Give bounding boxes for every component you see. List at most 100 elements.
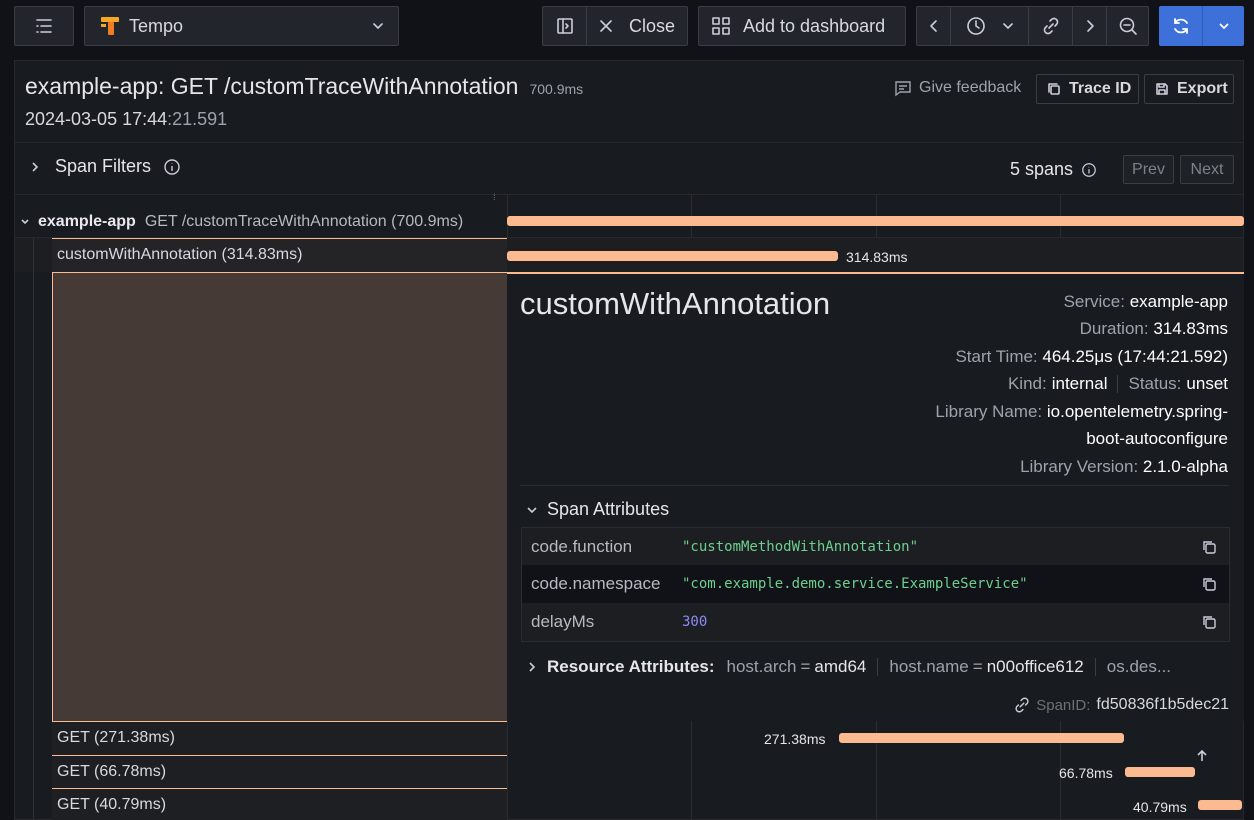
time-back-button[interactable]: [917, 7, 951, 45]
refresh-icon: [1173, 18, 1188, 34]
next-label: Next: [1190, 160, 1224, 178]
child-span-label[interactable]: customWithAnnotation (314.83ms): [52, 246, 507, 264]
span-id-value: fd50836f1b5dec21: [1096, 696, 1229, 713]
span-row-bar[interactable]: [839, 733, 1124, 743]
attribute-value: "com.example.demo.service.ExampleService…: [682, 576, 1028, 592]
span-row-label[interactable]: GET (66.78ms): [52, 763, 507, 781]
export-label: Export: [1177, 80, 1228, 97]
chevron-down-icon: [527, 506, 537, 513]
chevron-down-icon: [1218, 23, 1229, 30]
span-count: 5 spans: [1010, 159, 1097, 180]
save-icon: [1156, 83, 1168, 95]
copy-attribute-button[interactable]: [1189, 576, 1229, 592]
zoom-out-button[interactable]: [1107, 7, 1148, 45]
scroll-to-top-button[interactable]: [1194, 748, 1210, 767]
split-pane-icon: [556, 18, 573, 34]
comment-icon: [895, 81, 911, 97]
span-row-duration: 271.38ms: [764, 731, 826, 747]
trace-id-label: Trace ID: [1069, 80, 1132, 97]
span-filters-toggle[interactable]: Span Filters: [30, 156, 181, 177]
span-row-label[interactable]: GET (40.79ms): [52, 796, 507, 814]
child-span-bar[interactable]: [507, 251, 838, 261]
span-attributes-toggle[interactable]: Span Attributes: [526, 499, 669, 520]
zoom-out-icon: [1119, 17, 1137, 35]
root-service-name: example-app: [38, 213, 136, 230]
chevron-left-icon: [929, 20, 937, 32]
resource-attr-key: host.name: [889, 657, 969, 676]
span-filters-label: Span Filters: [55, 156, 152, 176]
next-match-button[interactable]: Next: [1180, 155, 1234, 184]
datasource-picker[interactable]: Tempo: [84, 6, 399, 46]
library-name-line-2: boot-autoconfigure: [1086, 429, 1228, 449]
start-time-value: 464.25μs (17:44:21.592): [1042, 347, 1228, 366]
header-divider: [15, 142, 1243, 143]
arrow-up-icon: [1197, 749, 1207, 761]
prev-match-button[interactable]: Prev: [1123, 155, 1174, 184]
copy-link-button[interactable]: [1029, 7, 1073, 45]
span-row-bar[interactable]: [1125, 767, 1195, 777]
time-controls-group: [916, 6, 1149, 46]
library-version-line: Library Version: 2.1.0-alpha: [1020, 457, 1228, 477]
export-button[interactable]: Export: [1144, 74, 1234, 104]
refresh-group: [1159, 6, 1244, 46]
root-span-bar[interactable]: [507, 216, 1244, 226]
status-label: Status:: [1128, 374, 1182, 393]
chevron-down-icon: [21, 219, 29, 225]
attribute-value: 300: [682, 614, 708, 630]
clock-icon: [966, 17, 985, 35]
split-pane-button[interactable]: [543, 7, 587, 45]
trace-duration: 700.9ms: [529, 81, 584, 97]
attribute-key: code.function: [531, 537, 633, 556]
give-feedback-link[interactable]: Give feedback: [894, 79, 1021, 97]
attribute-value: "customMethodWithAnnotation": [682, 539, 919, 555]
span-detail-panel: [507, 272, 1244, 721]
close-button[interactable]: Close: [587, 16, 687, 37]
resource-attr-divider: [1094, 658, 1096, 676]
span-row-bar[interactable]: [1198, 800, 1242, 810]
span-row-duration: 40.79ms: [1133, 799, 1187, 815]
menu-toggle-button[interactable]: [14, 6, 74, 46]
span-id-label: SpanID:: [1036, 696, 1091, 714]
detail-divider: [520, 485, 1229, 486]
library-version-label: Library Version:: [1020, 457, 1139, 476]
copy-attribute-button[interactable]: [1189, 539, 1229, 555]
add-to-dashboard-button[interactable]: Add to dashboard: [698, 6, 906, 46]
duration-value: 314.83ms: [1153, 319, 1228, 338]
column-resizer[interactable]: ⁞: [493, 193, 501, 202]
run-query-button[interactable]: [1159, 6, 1203, 46]
refresh-interval-dropdown[interactable]: [1203, 6, 1244, 46]
copy-icon: [1048, 83, 1060, 95]
span-detail-title: customWithAnnotation: [520, 286, 831, 321]
span-row-label[interactable]: GET (271.38ms): [52, 729, 507, 747]
link-icon[interactable]: [1013, 696, 1031, 714]
chevron-right-icon: [32, 161, 39, 172]
service-line: Service: example-app: [1064, 292, 1228, 312]
time-forward-button[interactable]: [1073, 7, 1107, 45]
trace-id-button[interactable]: Trace ID: [1036, 74, 1139, 104]
trace-timestamp-main: 2024-03-05 17:44: [25, 109, 168, 129]
trace-title: example-app: GET /customTraceWithAnnotat…: [25, 73, 519, 99]
resource-attributes-toggle[interactable]: Resource Attributes: host.arch = amd64 h…: [527, 657, 1227, 677]
copy-attribute-button[interactable]: [1189, 614, 1229, 630]
root-span-label[interactable]: example-app GET /customTraceWithAnnotati…: [20, 213, 463, 231]
resource-attr-equals: =: [800, 657, 811, 676]
trace-title-row: example-app: GET /customTraceWithAnnotat…: [25, 73, 583, 100]
resource-attr-equals: =: [972, 657, 983, 676]
span-row-duration: 66.78ms: [1059, 765, 1113, 781]
library-name-label: Library Name:: [935, 402, 1043, 421]
time-picker-button[interactable]: [951, 7, 1029, 45]
service-label: Service:: [1063, 292, 1125, 311]
status-value: unset: [1186, 374, 1228, 393]
resource-attr-value: n00office612: [986, 657, 1084, 676]
library-version-value: 2.1.0-alpha: [1142, 457, 1228, 476]
copy-icon: [1203, 541, 1216, 554]
copy-icon: [1203, 616, 1216, 629]
child-span-duration: 314.83ms: [846, 249, 908, 265]
span-id-line: SpanID: fd50836f1b5dec21: [1013, 696, 1229, 714]
info-icon: [1082, 162, 1096, 177]
copy-icon: [1203, 578, 1216, 591]
span-count-label: 5 spans: [1010, 159, 1074, 179]
service-value: example-app: [1129, 292, 1228, 311]
close-label: Close: [629, 15, 676, 36]
start-time-line: Start Time: 464.25μs (17:44:21.592): [955, 347, 1228, 367]
